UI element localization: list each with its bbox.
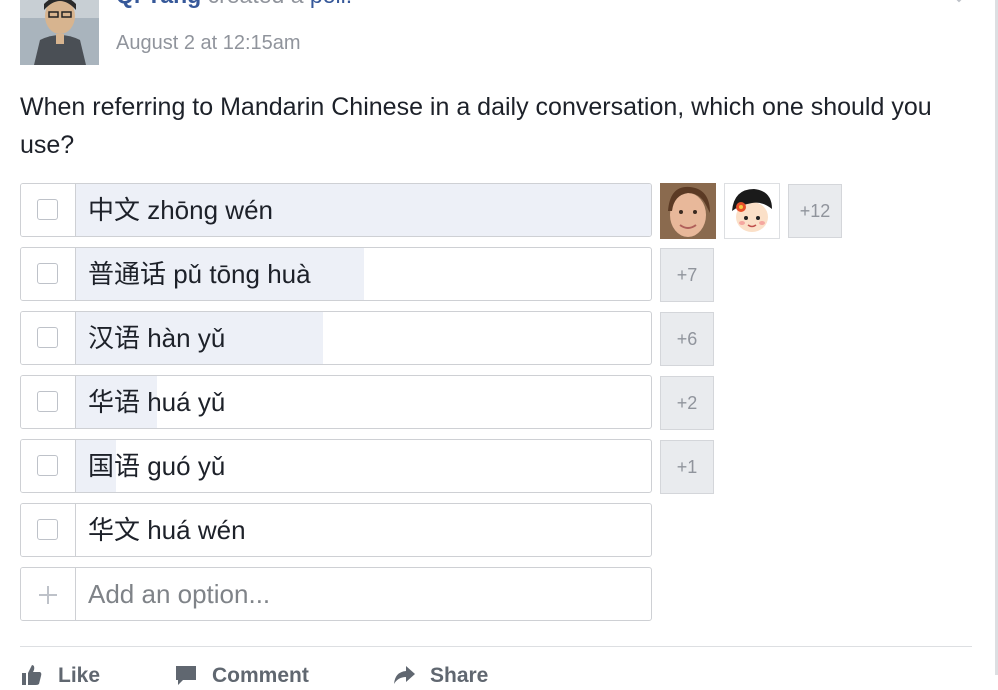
like-label: Like (58, 664, 101, 687)
add-option-icon-cell (21, 568, 76, 620)
add-option-input[interactable]: Add an option... (88, 568, 270, 620)
more-voters-button[interactable]: +12 (788, 184, 842, 238)
voter-avatar[interactable] (724, 183, 780, 239)
poll-option[interactable]: 中文 zhōng wén (20, 183, 652, 237)
post-divider (20, 646, 972, 647)
more-voters-button[interactable]: +2 (660, 376, 714, 430)
poll-option[interactable]: 华语 huá yǔ (20, 375, 652, 429)
option-checkbox-cell (21, 184, 76, 236)
author-avatar[interactable] (20, 0, 99, 65)
voter-avatar[interactable] (660, 183, 716, 239)
option-checkbox[interactable] (37, 455, 58, 476)
option-label: 普通话 pǔ tōng huà (88, 259, 311, 289)
share-label: Share (430, 664, 489, 687)
author-action-text: created a (208, 0, 304, 8)
more-voters-button[interactable]: +1 (660, 440, 714, 494)
option-label: 汉语 hàn yǔ (88, 323, 226, 353)
option-label: 华文 huá wén (88, 515, 246, 545)
option-checkbox-cell (21, 248, 76, 300)
share-icon (394, 666, 415, 684)
add-option-row[interactable]: Add an option... (20, 567, 652, 621)
option-checkbox-cell (21, 440, 76, 492)
poll-option[interactable]: 国语 guó yǔ (20, 439, 652, 493)
option-label: 中文 zhōng wén (88, 195, 273, 225)
option-checkbox[interactable] (37, 263, 58, 284)
option-checkbox[interactable] (37, 519, 58, 540)
poll-question: When referring to Mandarin Chinese in a … (20, 93, 932, 159)
more-voters-button[interactable]: +6 (660, 312, 714, 366)
poll-option[interactable]: 汉语 hàn yǔ (20, 311, 652, 365)
post-options-chevron-icon[interactable] (953, 0, 965, 6)
comment-icon (176, 666, 196, 685)
option-checkbox[interactable] (37, 199, 58, 220)
plus-icon (39, 586, 57, 604)
option-checkbox[interactable] (37, 327, 58, 348)
option-checkbox-cell (21, 504, 76, 556)
option-label: 华语 huá yǔ (88, 387, 226, 417)
option-label: 国语 guó yǔ (88, 451, 226, 481)
more-voters-button[interactable]: +7 (660, 248, 714, 302)
poll-option[interactable]: 普通话 pǔ tōng huà (20, 247, 652, 301)
poll-link[interactable]: poll. (310, 0, 352, 8)
author-line: Qi Yang created a poll. (116, 0, 352, 9)
option-checkbox[interactable] (37, 391, 58, 412)
option-checkbox-cell (21, 312, 76, 364)
poll-option[interactable]: 华文 huá wén (20, 503, 652, 557)
author-name-link[interactable]: Qi Yang (116, 0, 201, 8)
comment-label: Comment (212, 664, 309, 687)
thumbs-up-icon (22, 665, 42, 685)
post-timestamp[interactable]: August 2 at 12:15am (116, 32, 301, 55)
option-checkbox-cell (21, 376, 76, 428)
